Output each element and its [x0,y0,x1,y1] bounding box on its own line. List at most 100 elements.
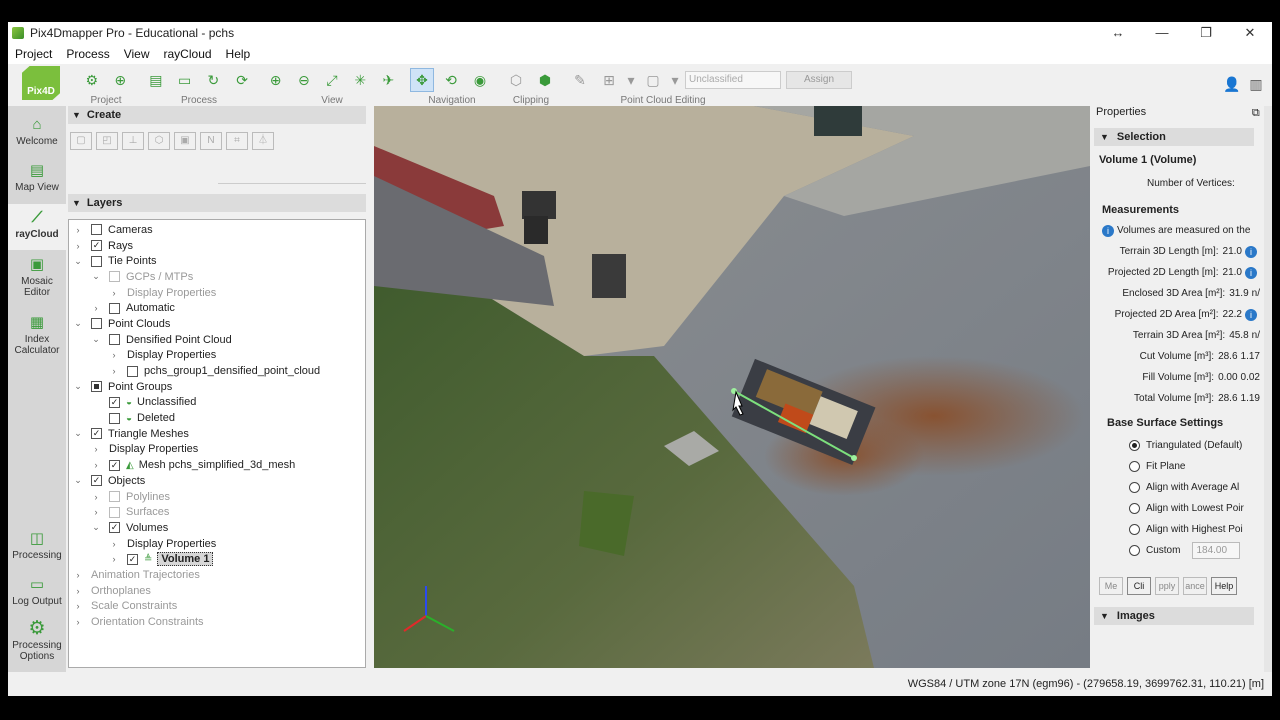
layer-row[interactable]: ⌄ ✓ Objects [69,473,365,489]
nav-raycloud[interactable]: ⟋ rayCloud [8,204,66,250]
expand-toggle-icon[interactable]: ⌄ [73,475,83,486]
layer-row[interactable]: › ✓ Rays [69,238,365,254]
radio-button[interactable] [1129,461,1140,472]
base-surface-option[interactable]: Triangulated (Default) [1094,435,1272,456]
base-surface-option[interactable]: Fit Plane [1094,456,1272,477]
expand-toggle-icon[interactable]: › [109,539,119,549]
process-refresh-icon[interactable]: ↻ [202,68,226,92]
pencil-icon[interactable]: ✎ [568,68,592,92]
properties-scrollbar[interactable] [1264,106,1272,672]
create-scale-icon[interactable]: N [200,132,222,150]
chevron-down-icon[interactable]: ▾ [670,68,680,92]
base-surface-option[interactable]: Align with Average Al [1094,477,1272,498]
images-section-header[interactable]: ▼ Images [1094,607,1254,625]
nav-processing[interactable]: ◫ Processing [8,530,66,561]
expand-toggle-icon[interactable]: ⌄ [73,318,83,329]
process-doc-icon[interactable]: ▤ [144,68,168,92]
minimize-button[interactable]: — [1140,22,1184,44]
resize-icon[interactable]: ↔ [1096,22,1140,44]
volume-vertex[interactable] [851,455,857,461]
expand-toggle-icon[interactable]: › [109,366,119,376]
nav-processing-options[interactable]: ⚙ Processing Options [8,619,66,662]
expand-toggle-icon[interactable]: › [73,241,83,251]
expand-toggle-icon[interactable]: › [91,460,101,470]
nav-index-calculator[interactable]: ▦ Index Calculator [8,314,66,356]
zoom-fit-icon[interactable]: ⤢ [320,68,343,92]
restore-button[interactable]: ❐ [1184,22,1228,44]
layer-row[interactable]: ⌄ Point Clouds [69,316,365,332]
create-volume-icon[interactable]: ⬡ [148,132,170,150]
expand-toggle-icon[interactable]: › [91,303,101,313]
radio-button[interactable] [1129,482,1140,493]
layer-row[interactable]: ⌄ ✓ Volumes [69,520,365,536]
expand-toggle-icon[interactable]: ⌄ [91,522,101,533]
layer-checkbox[interactable] [109,412,120,424]
layer-row[interactable]: ⌄ GCPs / MTPs [69,269,365,285]
layer-row[interactable]: › Animation Trajectories [69,567,365,583]
apply-button[interactable]: pply [1155,577,1179,595]
layer-row[interactable]: ◒ Deleted [69,410,365,426]
expand-toggle-icon[interactable]: › [73,225,83,235]
layer-row[interactable]: ⌄ Point Groups [69,379,365,395]
layer-checkbox[interactable] [109,491,120,503]
expand-toggle-icon[interactable]: ⌄ [73,428,83,439]
radio-button[interactable] [1129,545,1140,556]
menu-process[interactable]: Process [59,47,116,61]
cancel-button[interactable]: ance [1183,577,1207,595]
expand-toggle-icon[interactable]: › [73,617,83,627]
layer-row[interactable]: ⌄ Densified Point Cloud [69,332,365,348]
layer-checkbox[interactable]: ✓ [127,553,138,565]
create-point-icon[interactable]: ▢ [70,132,92,150]
create-camera-icon[interactable]: ▣ [174,132,196,150]
create-polyline-icon[interactable]: ◰ [96,132,118,150]
menu-help[interactable]: Help [219,47,258,61]
layer-row[interactable]: ⌄ ✓ Triangle Meshes [69,426,365,442]
layer-row[interactable]: › Display Properties [69,285,365,301]
layer-row[interactable]: › Automatic [69,300,365,316]
expand-toggle-icon[interactable]: ⌄ [73,256,83,267]
nav-log-output[interactable]: ▭ Log Output [8,576,66,607]
process-rerun-icon[interactable]: ⟳ [230,68,254,92]
create-section-header[interactable]: ▼ Create [68,106,366,124]
layer-row[interactable]: › Cameras [69,222,365,238]
raycloud-3d-view[interactable] [374,106,1090,668]
project-open-icon[interactable]: ⚙ [80,68,104,92]
expand-toggle-icon[interactable]: › [109,554,119,564]
layout-icon[interactable]: ▥ [1244,72,1268,96]
assign-button[interactable]: Assign [786,71,852,89]
zoom-in-icon[interactable]: ⊕ [264,68,287,92]
clipping-box2-icon[interactable]: ⬢ [533,68,557,92]
layer-row[interactable]: › Display Properties [69,348,365,364]
layer-row[interactable]: › ✓ ≜ Volume 1 [69,551,365,567]
radio-button[interactable] [1129,503,1140,514]
layer-row[interactable]: ⌄ Tie Points [69,253,365,269]
info-icon[interactable]: i [1245,266,1257,279]
layer-row[interactable]: › Display Properties [69,536,365,552]
layers-section-header[interactable]: ▼ Layers [68,194,366,212]
navigation-move-icon[interactable]: ✥ [410,68,434,92]
nav-map-view[interactable]: ▤ Map View [8,162,66,193]
layer-checkbox[interactable] [91,318,102,330]
project-target-icon[interactable]: ⊕ [109,68,133,92]
info-icon[interactable]: i [1245,308,1257,321]
base-surface-option[interactable]: Custom 184.00 [1094,540,1272,561]
expand-toggle-icon[interactable]: › [91,507,101,517]
expand-toggle-icon[interactable]: ⌄ [73,381,83,392]
create-surface-icon[interactable]: ⊥ [122,132,144,150]
user-account-icon[interactable]: 👤 [1220,72,1244,96]
zoom-out-icon[interactable]: ⊖ [292,68,315,92]
radio-button[interactable] [1129,440,1140,451]
radio-button[interactable] [1129,524,1140,535]
layer-row[interactable]: › Orthoplanes [69,583,365,599]
layer-row[interactable]: › ✓ ◭ Mesh pchs_simplified_3d_mesh [69,457,365,473]
close-button[interactable]: ✕ [1228,22,1272,44]
menu-raycloud[interactable]: rayCloud [157,47,219,61]
layer-row[interactable]: › pchs_group1_densified_point_cloud [69,363,365,379]
layer-checkbox[interactable]: ✓ [91,240,102,252]
layer-checkbox[interactable] [109,302,120,314]
help-button[interactable]: Help [1211,577,1237,595]
info-icon[interactable]: i [1245,245,1257,258]
layer-checkbox[interactable]: ✓ [91,475,102,487]
layer-checkbox[interactable] [109,506,120,518]
layer-checkbox[interactable] [109,271,120,283]
